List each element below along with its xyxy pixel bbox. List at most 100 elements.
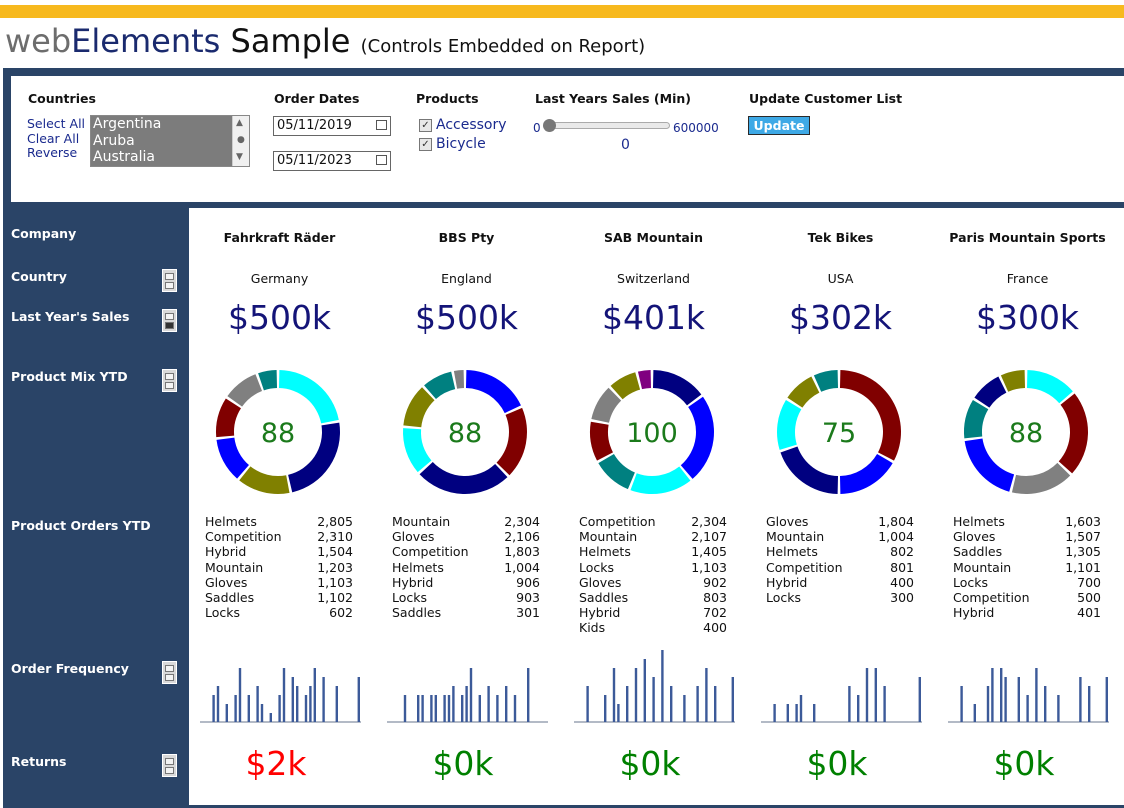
listbox-scrollbar[interactable]: ▲ ● ▼ (232, 116, 249, 166)
frequency-bar (212, 695, 215, 722)
frequency-bar (786, 704, 789, 722)
last-years-sales-label: Last Years Sales (Min) (535, 91, 691, 106)
frequency-bar (216, 686, 220, 722)
company-name: SAB Mountain (604, 230, 703, 245)
order-product-name: Hybrid (953, 605, 995, 621)
frequency-bar (705, 668, 708, 722)
end-date-field[interactable]: 05/11/2023 (273, 151, 391, 171)
order-row: Hybrid 906 (392, 575, 540, 590)
order-product-value: 902 (703, 574, 727, 590)
order-row: Mountain 2,304 (392, 514, 540, 529)
frequency-bar (465, 686, 468, 722)
frequency-bar (291, 677, 294, 722)
company-country: Germany (250, 271, 309, 286)
product-mix-donut: 88 (216, 370, 340, 494)
title-elements: Elements (71, 22, 221, 60)
order-product-value: 1,803 (504, 544, 540, 560)
order-product-name: Hybrid (579, 605, 621, 621)
order-product-value: 300 (890, 589, 914, 605)
order-row: Helmets 2,805 (205, 514, 353, 529)
frequency-bar (434, 695, 437, 722)
frequency-bar (773, 704, 776, 722)
frequency-bar (269, 713, 272, 722)
donut-segment (403, 387, 435, 428)
order-product-value: 1,102 (317, 589, 353, 605)
order-product-value: 400 (703, 620, 727, 636)
checkbox-checked-icon[interactable]: ✓ (419, 138, 432, 151)
product-mix-donut: 88 (403, 370, 527, 495)
order-row: Locks 602 (205, 605, 353, 620)
donut-segment (777, 399, 802, 450)
order-product-value: 802 (890, 544, 914, 560)
order-row: Gloves 1,103 (205, 575, 353, 590)
donut-segment (216, 398, 241, 438)
scroll-up-icon[interactable]: ▲ (236, 119, 243, 128)
order-row: Hybrid 401 (953, 605, 1101, 620)
sales-slider-handle[interactable] (543, 119, 556, 132)
update-button[interactable]: Update (748, 116, 810, 135)
bicycle-checkbox[interactable]: ✓ Bicycle (419, 136, 486, 152)
sort-sales-button[interactable] (162, 309, 177, 332)
order-product-value: 700 (1077, 574, 1101, 590)
company-name: Tek Bikes (807, 230, 874, 245)
donut-segment (288, 422, 340, 493)
order-product-value: 702 (703, 605, 727, 621)
donut-segment (1058, 393, 1089, 474)
country-option[interactable]: Australia (91, 149, 249, 166)
country-option[interactable]: Aruba (91, 133, 249, 150)
reverse-link[interactable]: Reverse (27, 145, 77, 160)
frequency-bar (260, 704, 264, 722)
sort-product-mix-button[interactable] (162, 369, 177, 392)
frequency-bar (496, 695, 499, 722)
donut-center-value: 88 (261, 418, 295, 449)
product-orders-list: Competition 2,304 Mountain 2,107 Helmets 1,40… (579, 514, 727, 636)
checkbox-checked-icon[interactable]: ✓ (419, 119, 432, 132)
order-product-value: 1,405 (691, 544, 727, 560)
countries-listbox[interactable]: Argentina Aruba Australia ▲ ● ▼ (90, 115, 250, 167)
scroll-down-icon[interactable]: ▼ (236, 153, 243, 162)
frequency-bar (865, 668, 869, 722)
row-label-order-frequency: Order Frequency (11, 661, 129, 676)
sort-country-button[interactable] (162, 269, 177, 292)
frequency-bar (1000, 668, 1003, 722)
order-product-value: 2,805 (317, 514, 353, 529)
select-all-link[interactable]: Select All (27, 116, 85, 131)
donut-segment (780, 446, 839, 494)
order-row: Competition 801 (766, 560, 914, 575)
frequency-bar (238, 668, 242, 722)
order-row: Saddles 803 (579, 590, 727, 605)
donut-segment (652, 370, 702, 406)
products-label: Products (416, 91, 479, 106)
frequency-bar (643, 659, 646, 722)
donut-center-value: 88 (448, 418, 482, 449)
frequency-bar (883, 686, 886, 722)
start-date-field[interactable]: 05/11/2019 (273, 116, 391, 136)
company-sales: $401k (601, 298, 706, 337)
donut-segment (403, 428, 432, 473)
clear-all-link[interactable]: Clear All (27, 131, 79, 146)
order-product-name: Saddles (392, 605, 442, 621)
company-column: Tek Bikes USA $302k 75 Gloves 1,804 Mountain 1,… (747, 208, 934, 805)
frequency-bar (478, 695, 481, 722)
order-row: Locks 903 (392, 590, 540, 605)
order-product-name: Gloves (579, 574, 622, 590)
order-product-name: Helmets (579, 544, 631, 560)
sales-slider-track[interactable] (546, 122, 670, 129)
frequency-bar (357, 677, 360, 722)
sort-order-frequency-button[interactable] (162, 661, 177, 684)
order-product-name: Helmets (953, 514, 1005, 529)
scroll-thumb-icon[interactable]: ● (237, 136, 245, 145)
calendar-icon[interactable] (376, 155, 387, 165)
country-option[interactable]: Argentina (91, 116, 249, 133)
company-country: France (1006, 271, 1049, 286)
frequency-bar (403, 695, 407, 722)
order-row: Hybrid 400 (766, 575, 914, 590)
calendar-icon[interactable] (376, 120, 387, 130)
order-product-value: 2,310 (317, 529, 353, 545)
accessory-checkbox[interactable]: ✓ Accessory (419, 117, 507, 133)
order-row: Helmets 802 (766, 544, 914, 559)
order-product-value: 1,103 (691, 559, 727, 575)
order-product-name: Gloves (205, 574, 248, 590)
sort-returns-button[interactable] (162, 754, 177, 777)
company-returns: $0k (432, 744, 494, 783)
